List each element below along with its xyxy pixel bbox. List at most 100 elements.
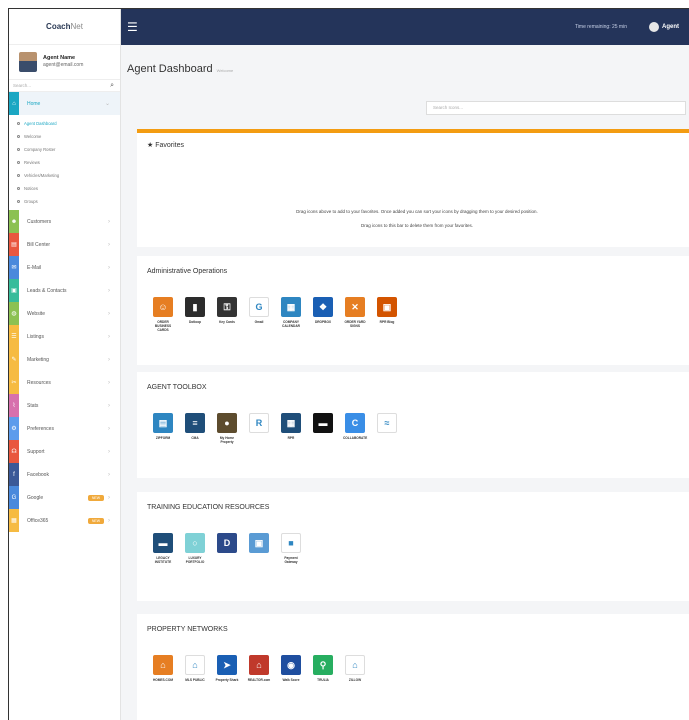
brand-logo[interactable]: Coach Net [9,9,120,45]
app-tile[interactable]: G Gmail [247,297,271,333]
app-tile[interactable]: ☺ ORDER BUSINESS CARDS [151,297,175,333]
app-tile[interactable]: ⚿ Key Cards [215,297,239,333]
app-tile-label: My Home Property [219,436,235,445]
app-tile-label: Payment Gateway [284,556,298,565]
app-tile[interactable]: ⌂ HOMES.COM [151,655,175,682]
chevron-right-icon: › [108,333,110,340]
favorites-dropzone[interactable]: Drag icons above to add to your favorite… [137,205,689,233]
circle-icon [17,122,20,125]
dolxo-icon: D [217,533,237,553]
favorites-hint-1: Drag icons above to add to your favorite… [296,209,538,214]
business-cards-icon: ☺ [153,297,173,317]
sidebar-item-label: Website [27,310,45,317]
sidebar-item-label: Resources [27,379,51,386]
headset-icon: ☊ [9,440,19,463]
sidebar-item-listings[interactable]: ☰ Listings › [9,325,120,348]
app-tile[interactable]: R [247,413,271,444]
app-tile[interactable]: ▬ [311,413,335,444]
page-title: Agent Dashboard Welcome [127,63,233,75]
sidebar-item-label: Facebook [27,471,49,478]
app-tile-label: LUXURY PORTFOLIO [185,556,205,565]
sidebar-item-stats[interactable]: ⌇ Stats › [9,394,120,417]
icon-search-input[interactable]: Search Icons... [426,101,686,115]
sidebar-item-bill-center[interactable]: ▤ Bill Center › [9,233,120,256]
app-tile-label: TRULIA [317,678,329,682]
app-tile[interactable]: ▮ Dotloop [183,297,207,333]
icon-grid: ⌂ HOMES.COM ⌂ MLS PUBLIC ➤ Property Shark ⌂ REA… [137,633,689,682]
sidebar-item-resources[interactable]: ✂ Resources › [9,371,120,394]
hamburger-menu-icon[interactable]: ☰ [127,20,138,34]
sidebar-menu: ⌂ Home ⌄ Agent Dashboard Welcome Company R… [9,92,120,532]
app-tile[interactable]: ▣ [247,533,271,564]
app-tile[interactable]: ▦ RPR [279,413,303,444]
sidebar-item-google[interactable]: G Google NEW › [9,486,120,509]
app-tile[interactable]: ▦ COMPANY CALENDAR [279,297,303,333]
submenu-item[interactable]: Vehicles/Marketing [9,169,120,182]
video-icon: ▣ [249,533,269,553]
app-tile[interactable]: ≈ [375,413,399,444]
app-tile[interactable]: ⌂ REALTOR.com [247,655,271,682]
app-tile[interactable]: ○ LUXURY PORTFOLIO [183,533,207,564]
app-tile[interactable]: ▬ LEGACY INSTITUTE [151,533,175,564]
submenu-item[interactable]: Reviews [9,156,120,169]
app-tile[interactable]: ➤ Property Shark [215,655,239,682]
app-tile[interactable]: ⚲ TRULIA [311,655,335,682]
new-badge: NEW [87,517,104,524]
app-tile[interactable]: C COLLABORATE [343,413,367,444]
sidebar-item-label: Bill Center [27,241,51,248]
payment-icon: ■ [281,533,301,553]
favorites-title-text: Favorites [155,142,185,149]
gmail-icon: G [249,297,269,317]
sidebar-item-leads-contacts[interactable]: ▣ Leads & Contacts › [9,279,120,302]
sidebar-item-preferences[interactable]: ⚙ Preferences › [9,417,120,440]
app-tile-label: ZILLOW [348,678,362,682]
app-tile-label: CMA [191,436,199,440]
sidebar-search-input[interactable]: Search... [13,83,31,88]
chevron-right-icon: › [108,264,110,271]
main-content: Agent Dashboard Welcome Search Icons... ★… [121,45,689,720]
sidebar-item-label: E-Mail [27,264,42,271]
sidebar-search[interactable]: Search... ⌕ [9,79,120,92]
app-tile[interactable]: D [215,533,239,564]
submenu-item[interactable]: Welcome [9,130,120,143]
app-tile[interactable]: ▣ RPR Blog [375,297,399,333]
section-panel: PROPERTY NETWORKS ⌂ HOMES.COM ⌂ MLS PUBLIC ➤ P… [137,614,689,720]
app-tile[interactable]: ⌂ MLS PUBLIC [183,655,207,682]
icon-grid: ▬ LEGACY INSTITUTE ○ LUXURY PORTFOLIO D ▣ ■ Pay… [137,511,689,564]
sidebar-item-support[interactable]: ☊ Support › [9,440,120,463]
app-tile[interactable]: ▤ ZIPFORM [151,413,175,444]
sidebar-item-home[interactable]: ⌂ Home ⌄ [9,92,120,115]
sidebar-item-facebook[interactable]: f Facebook › [9,463,120,486]
sidebar-item-label: Leads & Contacts [27,287,67,294]
sidebar-item-e-mail[interactable]: ✉ E-Mail › [9,256,120,279]
gear-icon: ⚙ [9,417,19,440]
app-tile[interactable]: ≡ CMA [183,413,207,444]
app-tile[interactable]: ◉ Walk Score [279,655,303,682]
sidebar-item-office365[interactable]: ▦ Office365 NEW › [9,509,120,532]
app-tile[interactable]: ⌂ ZILLOW [343,655,367,682]
user-menu[interactable]: Agent [649,22,679,32]
favorites-title: ★ Favorites [137,133,689,149]
sidebar-item-website[interactable]: ◍ Website › [9,302,120,325]
submenu-item[interactable]: Notices [9,182,120,195]
app-tile[interactable]: ❖ DROPBOX [311,297,335,333]
chevron-right-icon: › [108,241,110,248]
search-icon[interactable]: ⌕ [110,82,114,90]
app-tile[interactable]: ■ Payment Gateway [279,533,303,564]
app-tile[interactable]: ✕ ORDER YARD SIGNS [343,297,367,333]
session-timer: Time remaining: 25 min [574,24,627,30]
user-profile[interactable]: Agent Name agent@email.com [9,45,120,79]
user-menu-label: Agent [662,24,679,30]
mail-icon: ✉ [9,256,19,279]
megaphone-icon: ✎ [9,348,19,371]
avatar [19,52,37,72]
app-tile[interactable]: ● My Home Property [215,413,239,444]
submenu-item[interactable]: Company Roster [9,143,120,156]
submenu-item[interactable]: Agent Dashboard [9,117,120,130]
sidebar-item-marketing[interactable]: ✎ Marketing › [9,348,120,371]
submenu-item[interactable]: Groups [9,195,120,208]
sidebar-item-customers[interactable]: ☻ Customers › [9,210,120,233]
circle-icon [17,200,20,203]
chevron-right-icon: › [108,356,110,363]
sidebar-item-label: Support [27,448,45,455]
